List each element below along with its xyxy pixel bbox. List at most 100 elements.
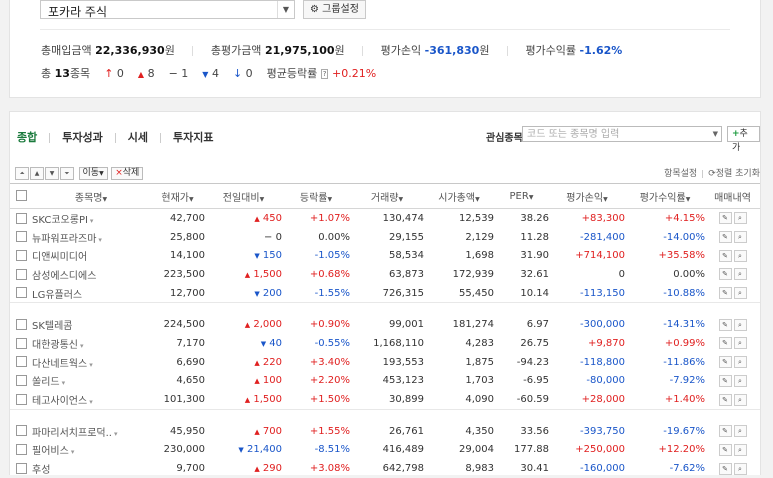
search-icon[interactable]: ⌕ — [733, 231, 747, 244]
stock-name-cell[interactable]: 파마리서치프로덕.. ▾ — [32, 422, 150, 441]
search-icon[interactable]: ⌕ — [733, 462, 747, 475]
edit-icon[interactable]: ✎ — [718, 425, 732, 438]
stock-name[interactable]: SKC코오롱PI — [32, 215, 88, 226]
table-row[interactable]: 뉴파워프라즈마 ▾ 25,800− 0 0.00% 29,155 2,129 11.28 -2… — [10, 228, 760, 247]
edit-icon[interactable]: ✎ — [718, 268, 732, 281]
stock-search-field[interactable]: ▼ — [522, 126, 722, 142]
row-checkbox[interactable] — [15, 425, 27, 437]
edit-icon[interactable]: ✎ — [718, 356, 732, 369]
move-button[interactable]: 이동▼ — [78, 166, 108, 180]
delete-button[interactable]: ×삭제 — [111, 166, 144, 180]
stock-name[interactable]: LG유플러스 — [32, 290, 82, 301]
stock-name[interactable]: 파마리서치프로덕.. — [32, 428, 112, 439]
search-icon[interactable]: ⌕ — [733, 249, 747, 262]
row-checkbox[interactable] — [15, 319, 27, 331]
table-row[interactable]: 테고사이언스 ▾ 101,300 ▲ 1,500 +1.50% 30,899 4,090 -6… — [10, 390, 760, 409]
search-icon[interactable]: ⌕ — [733, 374, 747, 387]
stock-name[interactable]: 디앤씨미디어 — [32, 252, 87, 263]
table-row[interactable]: SKC코오롱PI ▾ 42,700 ▲ 450 +1.07% 130,474 12,539 3… — [10, 209, 760, 228]
column-header[interactable]: 평가손익▼ — [549, 183, 625, 209]
stock-name-cell[interactable]: 후성 — [32, 459, 150, 478]
row-checkbox[interactable] — [15, 231, 27, 243]
stock-name-cell[interactable]: 테고사이언스 ▾ — [32, 390, 150, 409]
column-header[interactable]: 현재가▼ — [150, 183, 205, 209]
stock-name-cell[interactable]: 필어비스 ▾ — [32, 441, 150, 460]
sort-reset-link[interactable]: 정렬 초기화 — [716, 169, 760, 179]
row-checkbox[interactable] — [15, 356, 27, 368]
move-down-icon[interactable]: ▼ — [45, 166, 59, 180]
stock-name[interactable]: 뉴파워프라즈마 — [32, 234, 96, 245]
edit-icon[interactable]: ✎ — [718, 443, 732, 456]
tab-indicators[interactable]: 투자지표 — [173, 131, 213, 144]
stock-name-cell[interactable]: SK텔레콤 — [32, 315, 150, 334]
stock-name[interactable]: SK텔레콤 — [32, 321, 73, 332]
row-checkbox[interactable] — [15, 249, 27, 261]
stock-name-cell[interactable]: 삼성에스디에스 — [32, 265, 150, 284]
group-settings-button[interactable]: ⚙ 그룹설정 — [303, 0, 366, 19]
column-header[interactable]: 거래량▼ — [350, 183, 424, 209]
edit-icon[interactable]: ✎ — [718, 337, 732, 350]
stock-name[interactable]: 테고사이언스 — [32, 396, 87, 407]
edit-icon[interactable]: ✎ — [718, 249, 732, 262]
tab-overview[interactable]: 종합 — [17, 131, 37, 144]
stock-name[interactable]: 다산네트웍스 — [32, 359, 87, 370]
row-checkbox[interactable] — [15, 268, 27, 280]
column-header[interactable]: 시가총액▼ — [424, 183, 494, 209]
stock-name[interactable]: 후성 — [32, 465, 50, 476]
edit-icon[interactable]: ✎ — [718, 231, 732, 244]
table-row[interactable]: 대한광통신 ▾ 7,170 ▼ 40 -0.55% 1,168,110 4,283 26.75… — [10, 334, 760, 353]
add-stock-button[interactable]: +추가 — [727, 126, 760, 153]
chevron-down-icon[interactable]: ▼ — [713, 127, 718, 141]
table-row[interactable]: 삼성에스디에스 223,500 ▲ 1,500 +0.68% 63,873 172,939… — [10, 265, 760, 284]
search-icon[interactable]: ⌕ — [733, 337, 747, 350]
stock-name[interactable]: 삼성에스디에스 — [32, 271, 96, 282]
search-icon[interactable]: ⌕ — [733, 356, 747, 369]
stock-name-cell[interactable]: 디앤씨미디어 — [32, 246, 150, 265]
search-icon[interactable]: ⌕ — [733, 212, 747, 225]
edit-icon[interactable]: ✎ — [718, 462, 732, 475]
stock-name[interactable]: 대한광통신 — [32, 340, 78, 351]
table-row[interactable]: 다산네트웍스 ▾ 6,690 ▲ 220 +3.40% 193,553 1,875 -94.2… — [10, 353, 760, 372]
table-row[interactable]: 필어비스 ▾ 230,000 ▼ 21,400 -8.51% 416,489 29,004 1… — [10, 441, 760, 460]
column-header[interactable]: PER▼ — [494, 183, 549, 209]
stock-name-cell[interactable]: SKC코오롱PI ▾ — [32, 209, 150, 228]
search-icon[interactable]: ⌕ — [733, 425, 747, 438]
stock-search-input[interactable] — [523, 127, 701, 142]
stock-name[interactable]: 쏠리드 — [32, 377, 60, 388]
row-checkbox[interactable] — [15, 287, 27, 299]
row-checkbox[interactable] — [15, 337, 27, 349]
table-row[interactable]: 디앤씨미디어 14,100 ▼ 150 -1.05% 58,534 1,698 31.90 +… — [10, 246, 760, 265]
move-top-icon[interactable]: ⏶ — [15, 166, 29, 180]
column-header[interactable]: 평가수익률▼ — [625, 183, 705, 209]
stock-name[interactable]: 필어비스 — [32, 446, 69, 457]
search-icon[interactable]: ⌕ — [733, 287, 747, 300]
move-up-icon[interactable]: ▲ — [30, 166, 44, 180]
edit-icon[interactable]: ✎ — [718, 212, 732, 225]
column-header[interactable]: 종목명▼ — [32, 183, 150, 209]
table-row[interactable]: LG유플러스 12,700 ▼ 200 -1.55% 726,315 55,450 10.1… — [10, 284, 760, 303]
row-checkbox[interactable] — [15, 444, 27, 456]
row-checkbox[interactable] — [15, 393, 27, 405]
tab-performance[interactable]: 투자성과 — [62, 131, 102, 144]
stock-name-cell[interactable]: 다산네트웍스 ▾ — [32, 353, 150, 372]
move-bottom-icon[interactable]: ⏷ — [60, 166, 74, 180]
search-icon[interactable]: ⌕ — [733, 443, 747, 456]
table-row[interactable]: 후성 9,700 ▲ 290 +3.08% 642,798 8,983 30.41 -160,… — [10, 459, 760, 478]
stock-name-cell[interactable]: 뉴파워프라즈마 ▾ — [32, 228, 150, 247]
help-icon[interactable]: ? — [320, 69, 329, 79]
edit-icon[interactable]: ✎ — [718, 393, 732, 406]
table-row[interactable]: 쏠리드 ▾ 4,650 ▲ 100 +2.20% 453,123 1,703 -6.95 -80… — [10, 372, 760, 391]
search-icon[interactable]: ⌕ — [733, 268, 747, 281]
edit-icon[interactable]: ✎ — [718, 374, 732, 387]
stock-name-cell[interactable]: 대한광통신 ▾ — [32, 334, 150, 353]
column-header[interactable]: 전일대비▼ — [205, 183, 282, 209]
row-checkbox[interactable] — [15, 375, 27, 387]
search-icon[interactable]: ⌕ — [733, 318, 747, 331]
stock-name-cell[interactable]: LG유플러스 — [32, 284, 150, 303]
column-settings-link[interactable]: 항목설정 — [664, 169, 697, 179]
row-checkbox[interactable] — [15, 212, 27, 224]
row-checkbox[interactable] — [15, 462, 27, 474]
select-all-checkbox[interactable] — [15, 190, 27, 202]
chevron-down-icon[interactable]: ▼ — [277, 1, 294, 18]
tab-quotes[interactable]: 시세 — [128, 131, 148, 144]
